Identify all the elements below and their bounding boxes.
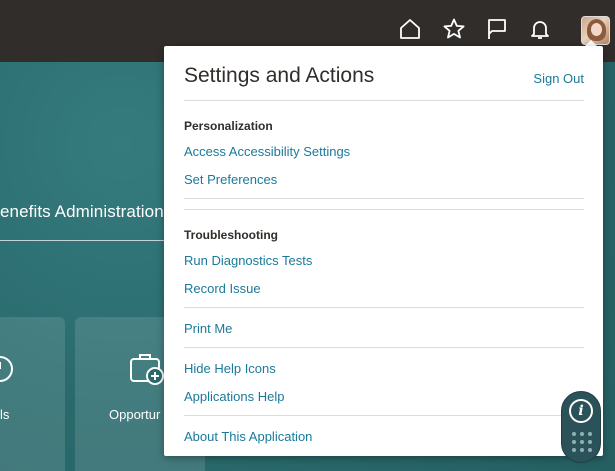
assistant-widget[interactable]: i bbox=[561, 391, 601, 463]
page-section-title[interactable]: enefits Administration bbox=[0, 202, 164, 222]
grid-dots-icon[interactable] bbox=[572, 432, 592, 452]
tile-label: Opportur bbox=[109, 407, 161, 422]
bell-icon[interactable] bbox=[527, 16, 553, 42]
star-icon[interactable] bbox=[441, 16, 467, 42]
divider bbox=[184, 198, 584, 199]
home-icon[interactable] bbox=[397, 16, 423, 42]
section-underline bbox=[0, 240, 164, 241]
settings-actions-panel: Settings and Actions Sign Out Personaliz… bbox=[164, 46, 603, 456]
set-preferences-link[interactable]: Set Preferences bbox=[184, 172, 277, 187]
about-this-application-link[interactable]: About This Application bbox=[184, 429, 312, 444]
timer-icon bbox=[0, 356, 13, 382]
divider bbox=[184, 307, 584, 308]
divider bbox=[184, 209, 584, 210]
briefcase-icon bbox=[130, 354, 164, 385]
flag-icon[interactable] bbox=[484, 16, 510, 42]
section-heading-personalization: Personalization bbox=[184, 119, 273, 133]
tile-label: ls bbox=[0, 407, 10, 422]
divider bbox=[184, 347, 584, 348]
springboard-tile[interactable]: ls bbox=[0, 317, 65, 471]
run-diagnostics-tests-link[interactable]: Run Diagnostics Tests bbox=[184, 253, 312, 268]
record-issue-link[interactable]: Record Issue bbox=[184, 281, 261, 296]
panel-title: Settings and Actions bbox=[184, 64, 375, 87]
print-me-link[interactable]: Print Me bbox=[184, 321, 232, 336]
hide-help-icons-link[interactable]: Hide Help Icons bbox=[184, 361, 276, 376]
divider bbox=[184, 415, 584, 416]
divider bbox=[184, 100, 584, 101]
access-accessibility-settings-link[interactable]: Access Accessibility Settings bbox=[184, 144, 350, 159]
section-heading-troubleshooting: Troubleshooting bbox=[184, 228, 278, 242]
sign-out-link[interactable]: Sign Out bbox=[533, 71, 584, 86]
info-icon[interactable]: i bbox=[569, 399, 593, 423]
applications-help-link[interactable]: Applications Help bbox=[184, 389, 284, 404]
